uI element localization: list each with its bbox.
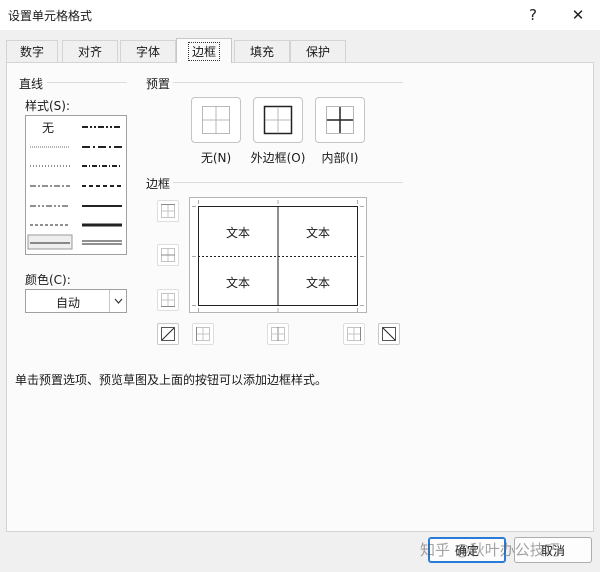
color-label: 颜色(C):	[25, 273, 71, 287]
border-preview[interactable]: 文本 文本 文本 文本	[189, 197, 367, 313]
border-bottom-button[interactable]	[157, 289, 179, 311]
border-right-icon	[347, 327, 361, 341]
border-middle-horizontal-button[interactable]	[157, 244, 179, 266]
help-icon: ?	[529, 6, 537, 24]
diagonal-down-icon	[382, 327, 396, 341]
preview-cell-text: 文本	[225, 226, 250, 240]
line-style-swatches[interactable]	[26, 116, 126, 254]
line-color-select[interactable]: 自动	[25, 289, 127, 313]
border-top-button[interactable]	[157, 200, 179, 222]
presets-group-label: 预置	[146, 77, 171, 91]
border-left-button[interactable]	[192, 323, 214, 345]
preset-outline-button[interactable]	[253, 97, 303, 143]
preset-inside-label: 内部(I)	[321, 151, 359, 165]
line-group-label: 直线	[19, 77, 44, 91]
preset-inside-button[interactable]	[315, 97, 365, 143]
tab-fill[interactable]: 填充	[234, 40, 290, 62]
diagonal-up-icon	[161, 327, 175, 341]
help-button[interactable]: ?	[520, 3, 546, 27]
border-left-icon	[196, 327, 210, 341]
close-button[interactable]: ✕	[565, 3, 591, 27]
line-style-list[interactable]: 无	[25, 115, 127, 255]
tab-number-label: 数字	[19, 45, 44, 59]
border-middle-horizontal-icon	[161, 248, 175, 262]
close-icon: ✕	[571, 6, 585, 24]
tab-border[interactable]: 边框	[176, 38, 232, 63]
preset-inside-icon	[326, 106, 354, 134]
title-bar: 设置单元格格式 ? ✕	[0, 0, 600, 30]
preview-cell-text: 文本	[305, 226, 330, 240]
format-cells-dialog: 设置单元格格式 ? ✕ 数字 对齐 字体 边框 填充 保护 直线 样式(S): …	[0, 0, 600, 572]
border-preview-lines	[192, 200, 364, 312]
presets-group-divider	[173, 82, 403, 83]
line-color-value: 自动	[55, 296, 80, 310]
tab-font-label: 字体	[135, 45, 160, 59]
preview-cell-text: 文本	[225, 276, 250, 290]
line-group-divider	[47, 82, 127, 83]
window-title: 设置单元格格式	[8, 9, 93, 23]
border-middle-vertical-button[interactable]	[267, 323, 289, 345]
preset-none-button[interactable]	[191, 97, 241, 143]
hint-text: 单击预置选项、预览草图及上面的按钮可以添加边框样式。	[15, 373, 328, 387]
border-diagonal-down-button[interactable]	[378, 323, 400, 345]
preset-none-label: 无(N)	[200, 151, 232, 165]
ok-button[interactable]: 确定	[428, 537, 506, 563]
border-diagonal-up-button[interactable]	[157, 323, 179, 345]
style-label: 样式(S):	[25, 99, 71, 113]
tab-protection-label: 保护	[305, 45, 330, 59]
tab-number[interactable]: 数字	[6, 40, 58, 62]
preset-none-icon	[202, 106, 230, 134]
tab-strip: 数字 对齐 字体 边框 填充 保护	[6, 38, 594, 63]
preset-outline-label: 外边框(O)	[250, 151, 306, 165]
border-bottom-icon	[161, 293, 175, 307]
border-group-label: 边框	[146, 177, 171, 191]
preview-cell-text: 文本	[305, 276, 330, 290]
border-group-divider	[173, 182, 403, 183]
cancel-button[interactable]: 取消	[514, 537, 592, 563]
border-middle-vertical-icon	[271, 327, 285, 341]
border-top-icon	[161, 204, 175, 218]
border-right-button[interactable]	[343, 323, 365, 345]
preset-outline-icon	[263, 105, 293, 135]
tab-fill-label: 填充	[249, 45, 274, 59]
ok-button-label: 确定	[454, 543, 479, 558]
tab-alignment-label: 对齐	[77, 45, 102, 59]
tab-font[interactable]: 字体	[120, 40, 176, 62]
tab-protection[interactable]: 保护	[290, 40, 346, 62]
cancel-button-label: 取消	[540, 543, 565, 558]
chevron-down-icon[interactable]	[109, 290, 126, 312]
border-tab-panel: 直线 样式(S): 无 颜色(C): 自动 预置 无(N) 外边框(O) 内部(…	[6, 62, 594, 532]
tab-alignment[interactable]: 对齐	[62, 40, 118, 62]
tab-border-label: 边框	[187, 41, 220, 61]
